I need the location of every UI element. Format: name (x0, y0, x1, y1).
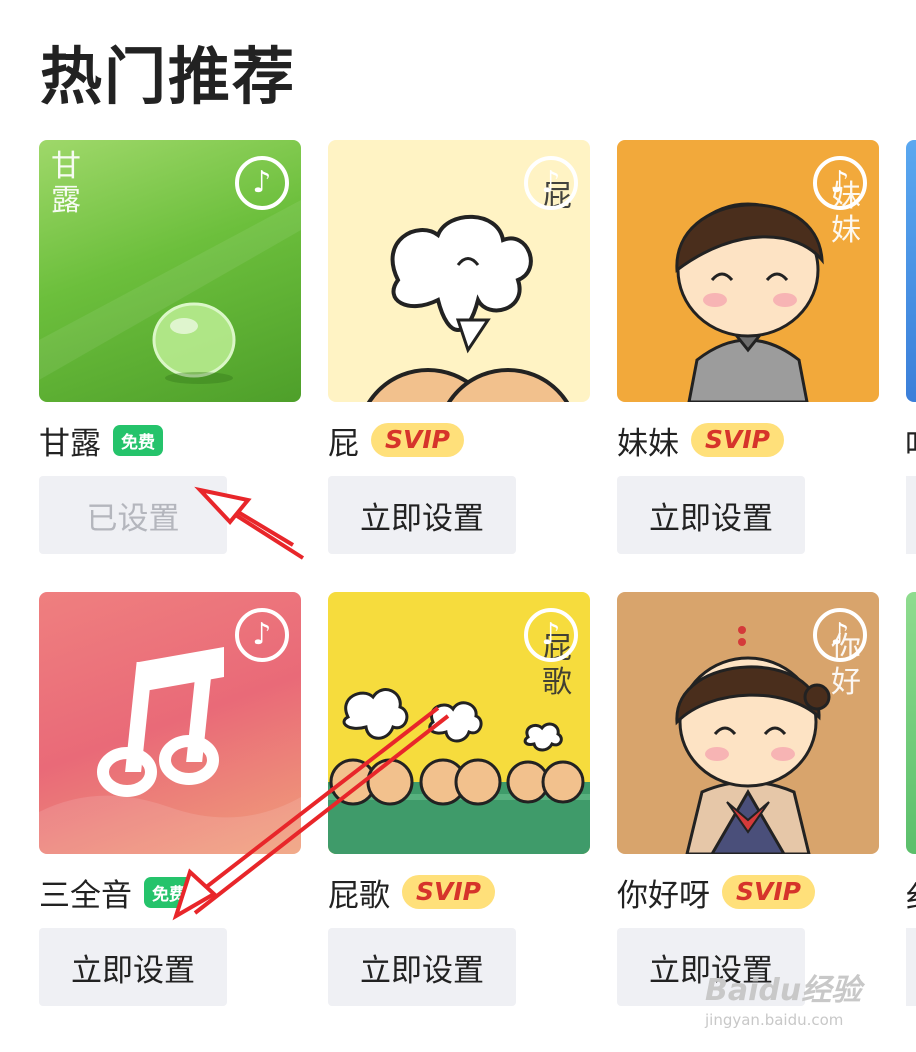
ringtone-name: 你好呀 (617, 877, 710, 914)
ringtone-name-row: 妹妹 SVIP (617, 420, 784, 462)
ringtone-name: 三全音 (39, 877, 132, 914)
ringtone-name: 妹妹 (617, 425, 679, 462)
next-card-cover-partial[interactable] (906, 592, 916, 854)
set-now-button[interactable]: 立即设置 (617, 476, 805, 554)
next-card-name-partial: 纟 (905, 872, 916, 917)
free-badge: 免费 (144, 876, 194, 908)
baidu-watermark: Baidu经验 jingyan.baidu.com (705, 965, 861, 1029)
svip-badge: SVIP (722, 875, 815, 909)
cover-title-ganlu: 甘露 (51, 149, 81, 218)
set-now-button[interactable]: 立即设置 (39, 928, 227, 1006)
cover-image-ganlu[interactable]: 甘露 ♪ (39, 140, 301, 402)
svip-badge: SVIP (691, 423, 784, 457)
music-note-icon: ♪ (235, 608, 289, 662)
music-note-icon: ♪ (524, 156, 578, 210)
music-note-icon: ♪ (813, 608, 867, 662)
music-note-icon: ♪ (813, 156, 867, 210)
ringtone-name-row: 甘露 免费 (39, 420, 163, 462)
svip-badge: SVIP (371, 423, 464, 457)
next-card-name-partial: 吖 (905, 420, 916, 465)
cover-image-sanquanyin[interactable]: ♪ (39, 592, 301, 854)
cover-image-pi[interactable]: 屁 ♪ (328, 140, 590, 402)
cover-image-pige[interactable]: 屁歌 ♪ (328, 592, 590, 854)
set-now-button[interactable]: 立即设置 (328, 476, 516, 554)
already-set-button[interactable]: 已设置 (39, 476, 227, 554)
section-title: 热门推荐 (40, 40, 297, 113)
free-badge: 免费 (113, 424, 163, 456)
watermark-brand: Baidu经验 (705, 973, 862, 1008)
cover-image-nihaoya[interactable]: 你好 ♪ (617, 592, 879, 854)
svip-badge: SVIP (402, 875, 495, 909)
ringtone-name: 甘露 (39, 425, 101, 462)
ringtone-name-row: 屁 SVIP (328, 420, 464, 462)
ringtone-name-row: 你好呀 SVIP (617, 872, 815, 914)
watermark-url: jingyan.baidu.com (705, 1011, 844, 1029)
next-card-button-partial[interactable] (906, 476, 916, 554)
set-now-button[interactable]: 立即设置 (328, 928, 516, 1006)
next-card-button-partial[interactable] (906, 928, 916, 1006)
music-note-icon: ♪ (524, 608, 578, 662)
music-note-icon: ♪ (235, 156, 289, 210)
next-card-cover-partial[interactable] (906, 140, 916, 402)
cover-image-meimei[interactable]: 妹妹 ♪ (617, 140, 879, 402)
ringtone-name-row: 屁歌 SVIP (328, 872, 495, 914)
ringtone-name: 屁 (328, 425, 359, 462)
ringtone-name-row: 三全音 免费 (39, 872, 194, 914)
ringtone-name: 屁歌 (328, 877, 390, 914)
